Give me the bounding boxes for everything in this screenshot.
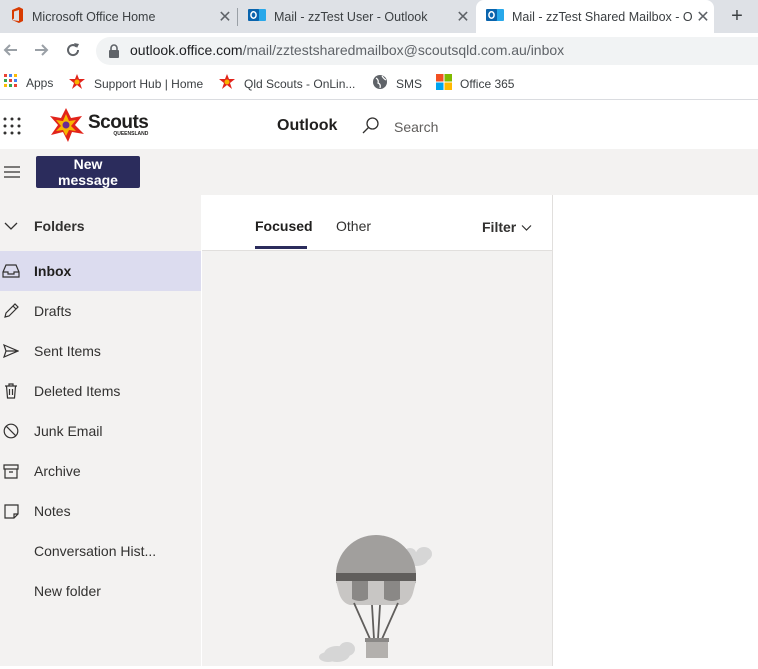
note-icon [0,503,34,519]
folders-header-label: Folders [34,218,85,234]
tab-other[interactable]: Other [336,218,371,234]
scouts-logo-icon [50,108,84,142]
bookmark-office-365[interactable]: Office 365 [436,74,514,93]
outlook-icon [248,7,266,26]
bookmark-label: Support Hub | Home [94,76,204,91]
folder-junk-email[interactable]: Junk Email [0,411,201,451]
chevron-down-icon [0,221,34,231]
bookmark-label: Office 365 [460,76,515,91]
tab-focused[interactable]: Focused [255,218,313,234]
scouts-logo[interactable]: Scouts QUEENSLAND [48,108,149,142]
folder-label: Inbox [34,263,72,279]
bookmark-qld-scouts[interactable]: Qld Scouts - OnLin... [218,74,355,93]
folder-new-folder[interactable]: New folder [0,571,201,611]
scouts-icon [68,74,86,93]
reading-pane [553,195,758,666]
folder-label: Junk Email [34,423,103,439]
app-launcher-icon[interactable] [3,117,21,138]
lock-icon[interactable] [108,44,120,61]
brand-subtitle: QUEENSLAND [113,131,149,137]
search-icon [362,116,380,137]
trash-icon [0,383,34,399]
folder-label: Conversation Hist... [34,543,157,559]
url-host: outlook.office.com [130,42,243,58]
hamburger-menu-icon[interactable] [4,166,20,181]
search-label: Search [394,118,439,135]
folder-label: New folder [34,583,101,599]
tab-title: Mail - zzTest Shared Mailbox - Ou [512,9,692,24]
apps-grid-icon [4,74,18,91]
close-tab-icon[interactable]: ✕ [214,7,236,27]
outlook-icon [486,7,504,26]
url-path: /mail/zztestsharedmailbox@scoutsqld.com.… [242,42,565,58]
url-text[interactable]: outlook.office.com/mail/zztestsharedmail… [130,42,564,58]
search-box[interactable]: Search [362,116,438,137]
bookmark-support-hub[interactable]: Support Hub | Home [68,74,203,93]
close-tab-icon[interactable]: ✕ [692,7,714,27]
send-icon [0,344,34,358]
new-tab-icon[interactable]: + [726,5,748,27]
folder-label: Archive [34,463,81,479]
browser-tab-shared-mailbox[interactable]: Mail - zzTest Shared Mailbox - Ou ✕ [476,0,714,33]
folder-conversation-history[interactable]: Conversation Hist... [0,531,201,571]
folder-label: Deleted Items [34,383,121,399]
scouts-icon [218,74,236,93]
empty-inbox-balloon-illustration [312,535,442,669]
new-message-button[interactable]: New message [36,156,140,188]
ms-logo-icon [436,74,452,93]
app-title: Outlook [277,117,338,134]
folder-inbox[interactable]: Inbox [0,251,201,291]
bookmark-apps[interactable]: Apps [4,74,53,91]
folder-label: Sent Items [34,343,101,359]
bookmark-label: Apps [26,75,54,90]
filter-label: Filter [482,219,517,235]
tab-focused-underline [255,246,307,249]
folder-label: Drafts [34,303,72,319]
brand-name: Scouts [88,112,149,133]
chevron-down-icon [521,220,532,235]
folder-drafts[interactable]: Drafts [0,291,201,331]
filter-button[interactable]: Filter [482,219,532,235]
folder-notes[interactable]: Notes [0,491,201,531]
pencil-icon [0,303,34,319]
block-icon [0,423,34,439]
inbox-icon [0,264,34,278]
browser-tab-office-home[interactable]: Microsoft Office Home ✕ [0,0,236,33]
tab-title: Mail - zzTest User - Outlook [274,9,428,24]
folder-deleted-items[interactable]: Deleted Items [0,371,201,411]
globe-icon [372,74,388,93]
folder-archive[interactable]: Archive [0,451,201,491]
tab-title: Microsoft Office Home [32,9,156,24]
bookmark-sms[interactable]: SMS [372,74,422,93]
bookmark-label: Qld Scouts - OnLin... [244,76,356,91]
forward-arrow-icon[interactable] [32,41,50,62]
bookmark-label: SMS [396,76,423,91]
reload-icon[interactable] [64,41,82,62]
office-icon [10,7,24,26]
archive-icon [0,463,34,479]
browser-tab-outlook-user[interactable]: Mail - zzTest User - Outlook ✕ [238,0,474,33]
back-arrow-icon[interactable] [2,41,20,62]
close-tab-icon[interactable]: ✕ [452,7,474,27]
folders-header[interactable]: Folders [0,206,201,246]
folder-sent-items[interactable]: Sent Items [0,331,201,371]
folder-label: Notes [34,503,71,519]
